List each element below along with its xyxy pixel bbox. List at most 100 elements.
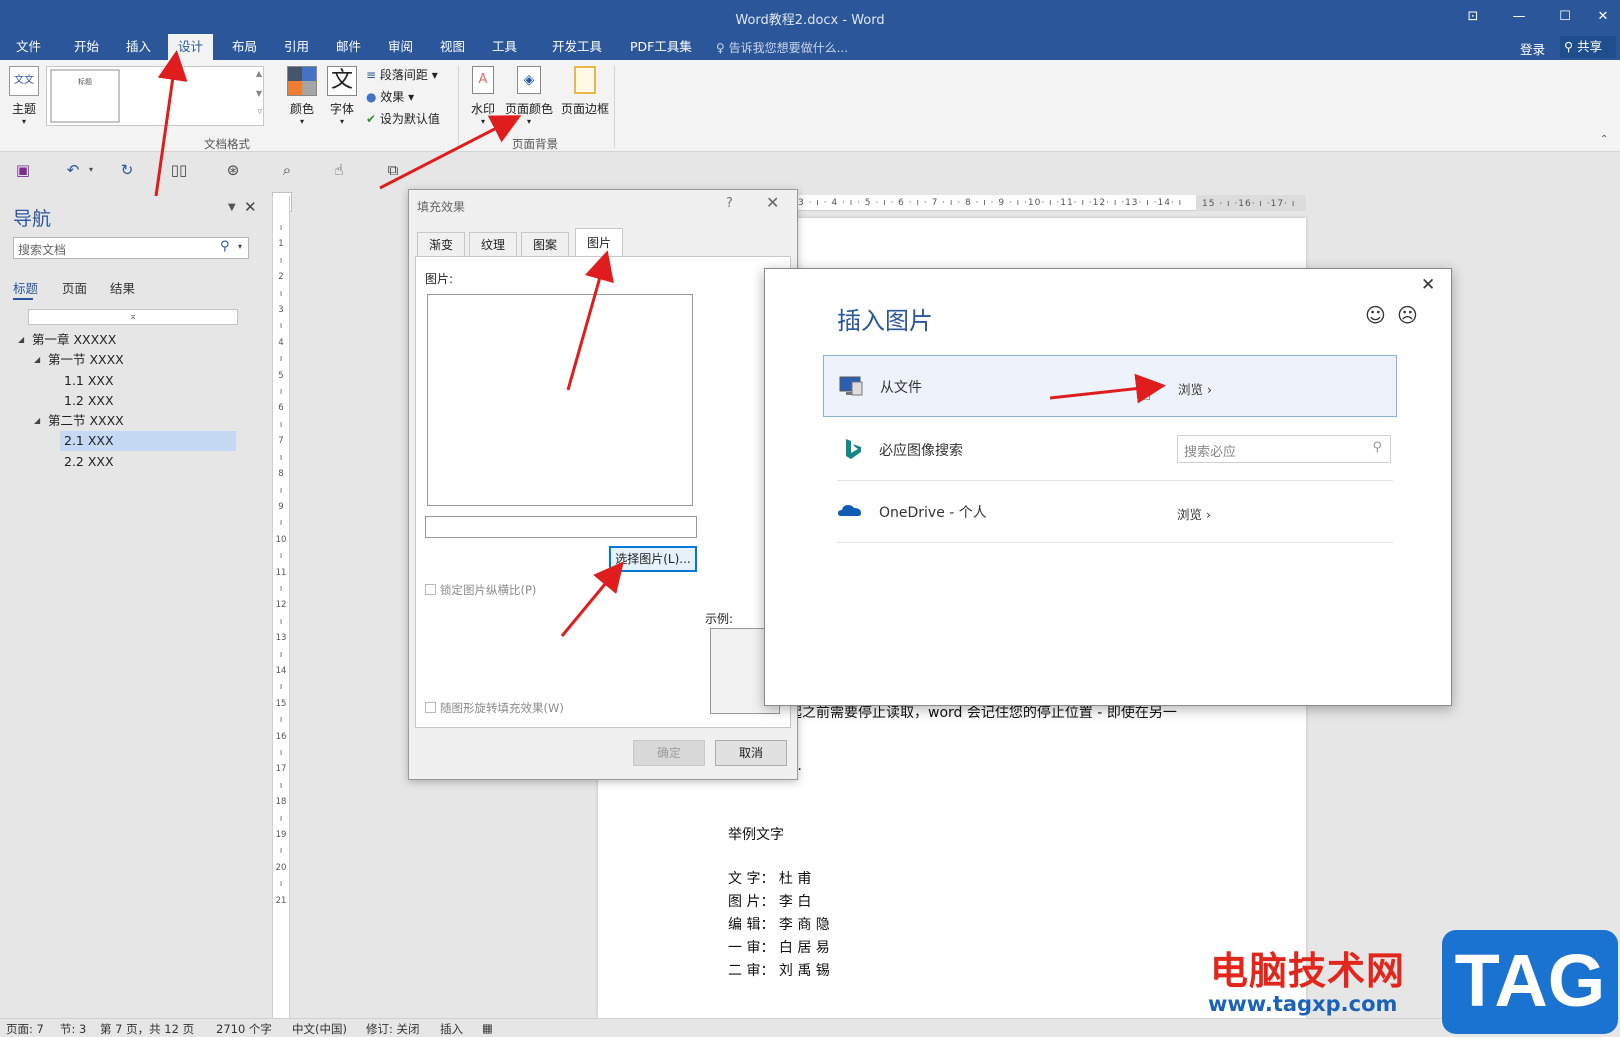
help-icon[interactable]: ? bbox=[726, 196, 733, 211]
nav-heading-item[interactable]: 第二节 XXXX bbox=[48, 411, 124, 431]
nav-heading-item[interactable]: 1.2 XXX bbox=[64, 391, 114, 411]
nav-tab-pages[interactable]: 页面 bbox=[62, 278, 87, 297]
nav-heading-item[interactable]: 2.2 XXX bbox=[64, 452, 114, 472]
share-button[interactable]: ⚲ 共享 bbox=[1560, 36, 1616, 58]
smile-feedback-icon[interactable]: ☺ bbox=[1365, 303, 1386, 327]
fill-tab-picture[interactable]: 图片 bbox=[575, 228, 624, 256]
expand-triangle-icon[interactable]: ◢ bbox=[34, 416, 40, 425]
gallery-more-icon[interactable]: ▿ bbox=[257, 107, 262, 117]
status-track-changes[interactable]: 修订: 关闭 bbox=[366, 1021, 420, 1037]
status-insert-mode[interactable]: 插入 bbox=[440, 1021, 463, 1037]
chevron-down-icon[interactable]: ▾ bbox=[82, 162, 100, 178]
hand-cursor-icon: ☝ bbox=[1139, 381, 1152, 405]
watermark-icon: A bbox=[472, 66, 494, 94]
nav-options-icon[interactable]: ▼ bbox=[228, 202, 236, 213]
read-mode-icon[interactable]: ▯▯ bbox=[170, 162, 188, 178]
close-window-button[interactable]: ✕ bbox=[1580, 6, 1620, 28]
chevron-down-icon[interactable]: ▾ bbox=[238, 242, 242, 251]
search-icon[interactable]: ⚲ bbox=[1372, 440, 1382, 455]
tab-insert[interactable]: 插入 bbox=[116, 34, 161, 60]
tab-home[interactable]: 开始 bbox=[64, 34, 109, 60]
cancel-button[interactable]: 取消 bbox=[715, 740, 787, 766]
frown-feedback-icon[interactable]: ☹ bbox=[1397, 303, 1418, 327]
nav-close-icon[interactable]: ✕ bbox=[244, 198, 257, 216]
bing-search-input[interactable]: 搜索必应 ⚲ bbox=[1177, 435, 1391, 463]
tab-view[interactable]: 视图 bbox=[430, 34, 475, 60]
status-section[interactable]: 节: 3 bbox=[60, 1021, 86, 1037]
touch-mode-icon[interactable]: ☝ bbox=[330, 162, 348, 178]
vertical-ruler-tick: ı bbox=[279, 419, 283, 430]
expand-triangle-icon[interactable]: ◢ bbox=[34, 355, 40, 364]
onedrive-row[interactable]: OneDrive - 个人 浏览 › bbox=[837, 481, 1393, 543]
colors-button[interactable]: 颜色 ▾ bbox=[284, 66, 320, 126]
ok-button[interactable]: 确定 bbox=[633, 740, 705, 766]
vertical-ruler-tick: 14 bbox=[275, 665, 287, 676]
fonts-button[interactable]: 文 字体 ▾ bbox=[324, 66, 360, 126]
tab-pdf-tools[interactable]: PDF工具集 bbox=[620, 34, 702, 60]
nav-heading-item[interactable]: 第一节 XXXX bbox=[48, 350, 124, 370]
nav-heading-item-selected[interactable]: 2.1 XXX bbox=[60, 431, 236, 451]
fill-tab-texture[interactable]: 纹理 bbox=[469, 232, 518, 256]
close-icon[interactable]: ✕ bbox=[766, 193, 779, 212]
tab-references[interactable]: 引用 bbox=[274, 34, 319, 60]
tab-review[interactable]: 审阅 bbox=[378, 34, 423, 60]
tab-developer[interactable]: 开发工具 bbox=[542, 34, 612, 60]
watermark-button[interactable]: A 水印 ▾ bbox=[466, 66, 500, 126]
fill-dialog-title: 填充效果 bbox=[417, 200, 466, 214]
nav-heading-item[interactable]: 第一章 XXXXX bbox=[32, 330, 116, 350]
onedrive-browse-link[interactable]: 浏览 › bbox=[1177, 504, 1211, 523]
page-borders-button[interactable]: 页面边框 bbox=[558, 66, 612, 117]
from-file-row[interactable]: 从文件 浏览 › bbox=[823, 355, 1397, 417]
theme-button[interactable]: 文文 主题 ▾ bbox=[6, 66, 42, 126]
gallery-up-icon[interactable]: ▲ bbox=[256, 69, 262, 78]
rotate-with-shape-checkbox[interactable]: 随图形旋转填充效果(W) bbox=[425, 700, 564, 716]
close-icon[interactable]: ✕ bbox=[1421, 275, 1435, 295]
tab-design[interactable]: 设计 bbox=[168, 34, 214, 60]
nav-tab-results[interactable]: 结果 bbox=[110, 278, 135, 297]
lock-aspect-ratio-checkbox[interactable]: 锁定图片纵横比(P) bbox=[425, 582, 536, 598]
site-watermark-logo: TAG bbox=[1442, 930, 1618, 1034]
vertical-ruler-tick: ı bbox=[279, 485, 283, 496]
macro-record-icon[interactable]: ▦ bbox=[482, 1021, 493, 1035]
tab-layout[interactable]: 布局 bbox=[222, 34, 267, 60]
fill-tab-gradient[interactable]: 渐变 bbox=[417, 232, 466, 256]
collapse-all-button[interactable]: ⌅ bbox=[28, 309, 238, 325]
select-picture-button[interactable]: 选择图片(L)... bbox=[609, 546, 697, 572]
customize-icon[interactable]: ⧉ bbox=[384, 162, 402, 178]
login-link[interactable]: 登录 bbox=[1520, 39, 1545, 58]
save-icon[interactable]: ▣ bbox=[14, 162, 32, 178]
collapse-ribbon-icon[interactable]: ⌃ bbox=[1600, 134, 1608, 145]
undo-icon[interactable]: ↶ bbox=[64, 162, 82, 178]
paragraph-spacing-button[interactable]: ≡ 段落间距 ▾ bbox=[366, 66, 438, 83]
page-color-button[interactable]: ◈ 页面颜色 ▾ bbox=[502, 66, 556, 126]
nav-tab-headings[interactable]: 标题 bbox=[13, 278, 38, 297]
status-language[interactable]: 中文(中国) bbox=[292, 1021, 347, 1037]
set-default-button[interactable]: ✔ 设为默认值 bbox=[366, 110, 440, 127]
style-set-thumb[interactable]: 标题 bbox=[50, 69, 120, 123]
tab-tools[interactable]: 工具 bbox=[482, 34, 527, 60]
tell-me-search[interactable]: ♀ 告诉我您想要做什么... bbox=[716, 39, 848, 56]
search-icon[interactable]: ⚲ bbox=[220, 239, 230, 254]
effects-button[interactable]: ● 效果 ▾ bbox=[366, 88, 414, 105]
nav-heading-item[interactable]: 1.1 XXX bbox=[64, 371, 114, 391]
status-page[interactable]: 页面: 7 bbox=[6, 1021, 44, 1037]
vertical-ruler-tick: ı bbox=[279, 288, 283, 299]
tab-file[interactable]: 文件 bbox=[6, 34, 51, 60]
nav-search-input[interactable]: 搜索文档 bbox=[13, 237, 249, 259]
style-set-gallery[interactable]: 标题 ▲ ▼ ▿ bbox=[46, 66, 264, 126]
tab-mailings[interactable]: 邮件 bbox=[326, 34, 371, 60]
bing-search-label: 必应图像搜索 bbox=[879, 443, 963, 459]
web-layout-icon[interactable]: ⊛ bbox=[224, 162, 242, 178]
vertical-ruler-tick: ı bbox=[279, 682, 283, 693]
fill-tab-pattern[interactable]: 图案 bbox=[521, 232, 570, 256]
status-page-count[interactable]: 第 7 页，共 12 页 bbox=[100, 1021, 194, 1037]
gallery-down-icon[interactable]: ▼ bbox=[256, 89, 262, 98]
minimize-button[interactable]: — bbox=[1496, 6, 1542, 28]
ribbon-display-options-icon[interactable]: ⊡ bbox=[1450, 6, 1496, 28]
vertical-ruler-tick: 4 bbox=[278, 337, 284, 348]
redo-icon[interactable]: ↻ bbox=[118, 162, 136, 178]
expand-triangle-icon[interactable]: ◢ bbox=[18, 335, 24, 344]
status-word-count[interactable]: 2710 个字 bbox=[216, 1021, 272, 1037]
print-preview-icon[interactable]: ⌕ bbox=[278, 162, 296, 178]
from-file-browse-link[interactable]: 浏览 › bbox=[1178, 379, 1212, 398]
